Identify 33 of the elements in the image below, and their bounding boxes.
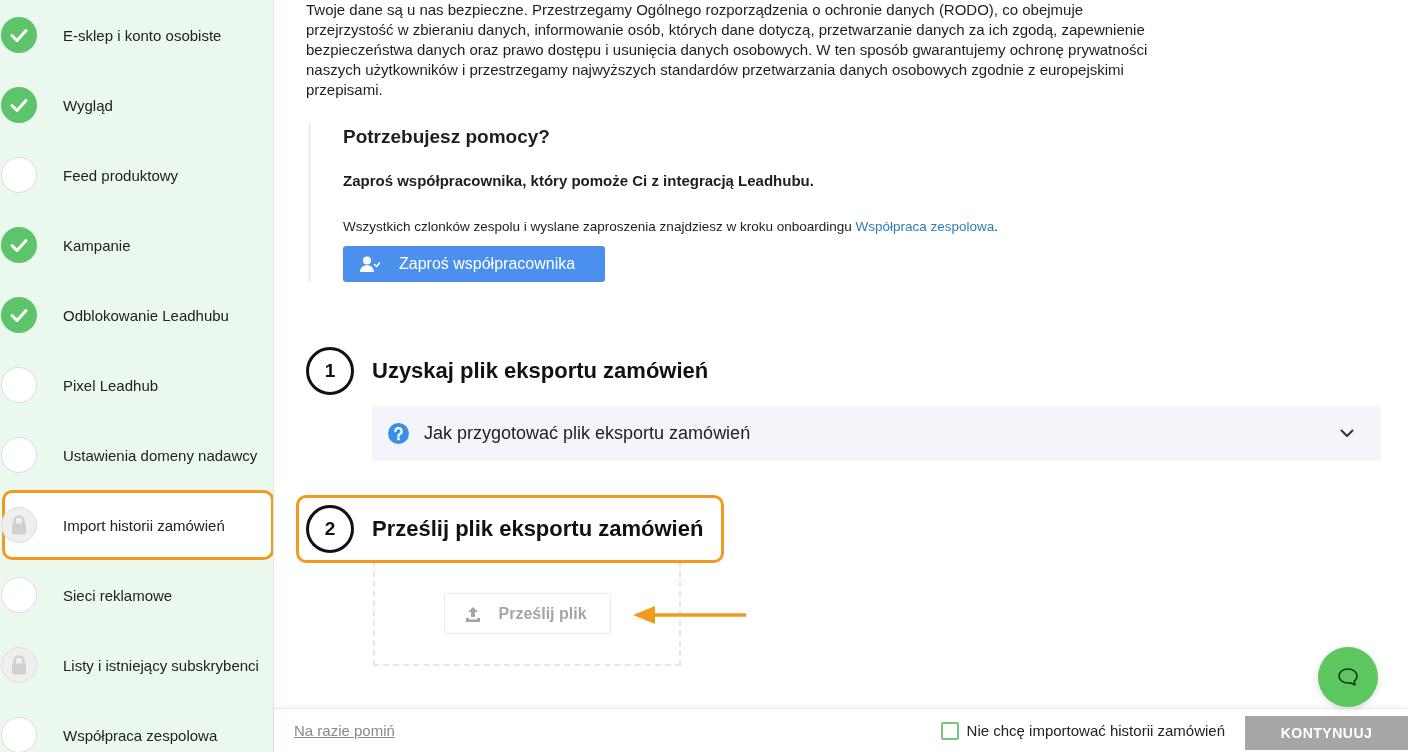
help-icon bbox=[388, 423, 409, 444]
check-circle-icon bbox=[1, 17, 37, 53]
sidebar-item[interactable]: Odblokowanie Leadhubu bbox=[2, 280, 273, 350]
help-title: Potrzebujesz pomocy? bbox=[343, 125, 551, 149]
sidebar-item[interactable]: Feed produktowy bbox=[2, 140, 273, 210]
checkbox[interactable] bbox=[940, 721, 959, 740]
sidebar-item[interactable]: Pixel Leadhub bbox=[2, 350, 273, 420]
intro-text: Twoje dane są u nas bezpieczne. Przestrzegamy Ogólnego rozporządzenia o ochronie danych (RODO), co obejmuje przejrzystość w zbieraniu danych, informowanie osób, których dane dotyczą, przetwarzanie danych za ich zgodą, zapewnienie bezpieczeństwa danych oraz prawo dostępu i usunięcia danych osobowych. W ten sposób gwarantujemy ochronę prywatności naszych użytkowników i przestrzegamy najwyższych standardów przetwarzania danych osobowych zgodnie z europejskimi przepisami. bbox=[306, 0, 1149, 100]
sidebar-item[interactable]: Sieci reklamowe bbox=[2, 560, 273, 630]
step-number: 2 bbox=[306, 505, 354, 553]
sidebar-item[interactable]: Import historii zamówień bbox=[2, 490, 273, 560]
sidebar-item[interactable]: Listy i istniejący subskrybenci bbox=[2, 630, 273, 700]
check-circle-icon bbox=[1, 87, 37, 123]
chat-bubble-icon bbox=[1336, 666, 1360, 688]
step-title: Prześlij plik eksportu zamówień bbox=[372, 515, 704, 543]
check-circle-icon bbox=[1, 297, 37, 333]
upload-icon bbox=[464, 605, 481, 622]
step-title: Uzyskaj plik eksportu zamówień bbox=[372, 357, 709, 385]
accordion-header[interactable]: Jak przygotować plik eksportu zamówień bbox=[372, 406, 1381, 461]
help-subtitle: Zaproś współpracownika, który pomoże Ci z integracją Leadhubu. bbox=[343, 171, 815, 191]
chevron-icon bbox=[1340, 429, 1354, 438]
user-check-icon bbox=[360, 256, 380, 272]
sidebar-item[interactable]: E-sklep i konto osobiste bbox=[2, 0, 273, 70]
help-note: Wszystkich czlonków zespolu i wyslane zaproszenia znajdziesz w kroku onboardingu Współpraca zespolowa. bbox=[343, 218, 1000, 236]
sidebar-item[interactable]: Współpraca zespolowa bbox=[2, 700, 273, 752]
chat-button[interactable] bbox=[1318, 647, 1378, 707]
sidebar-item[interactable]: Wygląd bbox=[2, 70, 273, 140]
skip-link[interactable]: Na razie pomiń bbox=[294, 722, 395, 739]
step-number: 1 bbox=[306, 347, 354, 395]
sidebar-item[interactable]: Kampanie bbox=[2, 210, 273, 280]
checkbox-label[interactable]: Nie chcę importować historii zamówień bbox=[966, 722, 1225, 739]
sidebar-item[interactable]: Ustawienia domeny nadawcy bbox=[2, 420, 273, 490]
check-circle-icon bbox=[1, 227, 37, 263]
